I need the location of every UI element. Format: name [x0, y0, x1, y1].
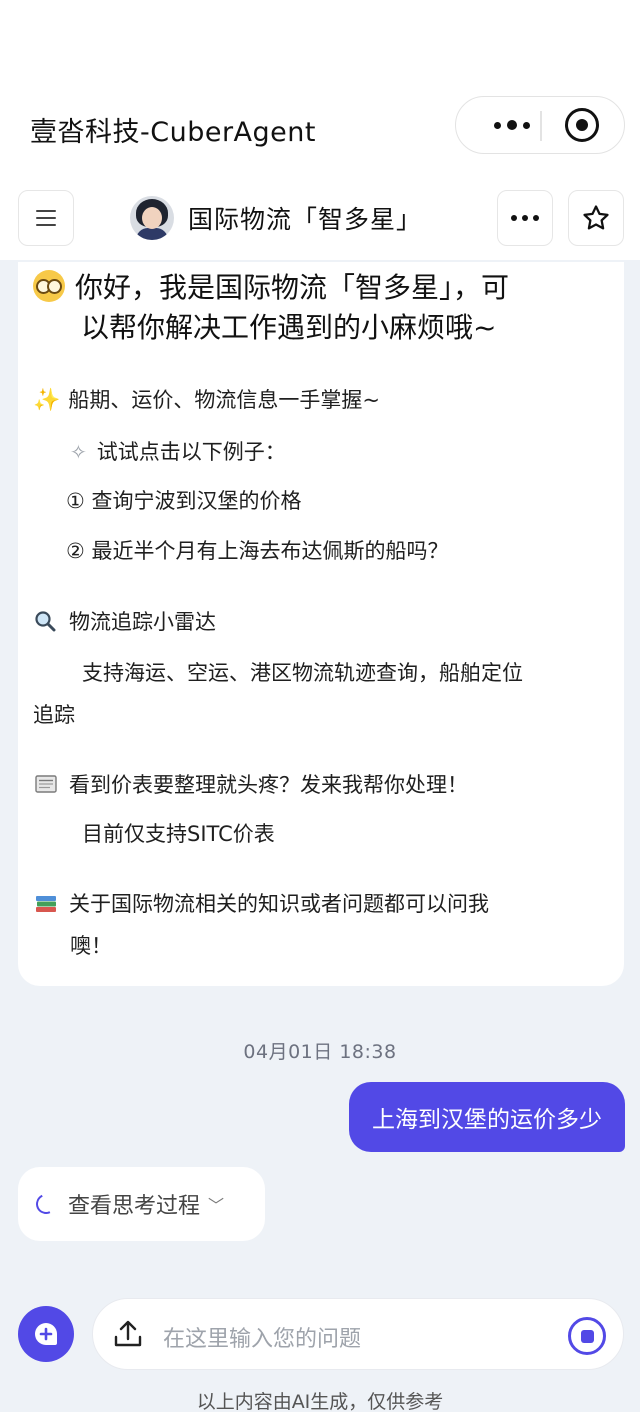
section-knowledge-line-1: 关于国际物流相关的知识或者问题都可以问我 — [69, 892, 489, 916]
greeting-line-1: 你好，我是国际物流「智多星」，可 — [75, 271, 510, 304]
message-composer[interactable]: 在这里输入您的问题 — [92, 1298, 624, 1370]
sparkle-icon: ✧ — [70, 440, 87, 464]
capsule-menu — [455, 96, 625, 154]
loading-spinner-icon — [33, 1191, 59, 1217]
examples-hint-text: 试试点击以下例子： — [96, 440, 286, 464]
section-price-table: 看到价表要整理就头疼？发来我帮你处理！ — [33, 769, 468, 799]
books-icon — [36, 896, 56, 912]
more-icon — [511, 215, 539, 221]
stop-icon[interactable] — [568, 1317, 606, 1355]
agent-name: 国际物流「智多星」 — [188, 205, 423, 234]
tracking-desc-line-1: 支持海运、空运、港区物流轨迹查询，船舶定位 — [82, 661, 523, 685]
capsule-divider — [540, 111, 542, 141]
user-message-text: 上海到汉堡的运价多少 — [372, 1107, 602, 1133]
section-knowledge: 关于国际物流相关的知识或者问题都可以问我 — [33, 888, 489, 918]
app-title: 壹沓科技-CuberAgent — [30, 117, 316, 148]
section-shipping: ✨ 船期、运价、物流信息一手掌握~ — [33, 384, 380, 414]
price-table-note: 目前仅支持SITC价表 — [82, 822, 275, 846]
more-options-button[interactable] — [497, 190, 553, 246]
sparkles-icon: ✨ — [33, 388, 61, 413]
section-knowledge-line-2: 噢！ — [70, 934, 112, 958]
section-shipping-title: 船期、运价、物流信息一手掌握~ — [68, 388, 381, 412]
examples-hint: ✧ 试试点击以下例子： — [70, 436, 286, 466]
message-input[interactable]: 在这里输入您的问题 — [163, 1321, 361, 1353]
thinking-process-toggle[interactable]: 查看思考过程 ﹀ — [18, 1167, 265, 1241]
example-query-1[interactable]: ① 查询宁波到汉堡的价格 — [66, 485, 302, 515]
nerd-face-icon — [33, 270, 65, 302]
new-chat-button[interactable] — [18, 1306, 74, 1362]
example-query-2[interactable]: ② 最近半个月有上海去布达佩斯的船吗？ — [66, 535, 449, 565]
section-tracking: 物流追踪小雷达 — [33, 606, 216, 636]
tracking-desc-line-2: 追踪 — [33, 703, 75, 727]
message-timestamp: 04月01日 18:38 — [243, 1041, 397, 1063]
magnifier-icon — [35, 611, 56, 632]
upload-icon[interactable] — [111, 1317, 145, 1351]
thinking-label: 查看思考过程 — [68, 1194, 201, 1219]
avatar — [130, 196, 174, 240]
new-chat-icon — [35, 1323, 57, 1345]
star-icon — [583, 205, 609, 230]
menu-icon — [36, 210, 56, 226]
more-icon[interactable] — [482, 110, 542, 140]
agent-header: 国际物流「智多星」 — [130, 196, 422, 240]
newspaper-icon — [35, 775, 57, 793]
section-tracking-title: 物流追踪小雷达 — [69, 610, 216, 634]
chevron-down-icon: ﹀ — [208, 1196, 225, 1215]
greeting-line-2: 以帮你解决工作遇到的小麻烦哦~ — [81, 311, 497, 344]
favorite-button[interactable] — [568, 190, 624, 246]
section-price-table-title: 看到价表要整理就头疼？发来我帮你处理！ — [69, 773, 468, 797]
record-icon[interactable] — [565, 108, 599, 142]
menu-button[interactable] — [18, 190, 74, 246]
welcome-greeting: 你好，我是国际物流「智多星」，可 以帮你解决工作遇到的小麻烦哦~ — [33, 268, 603, 348]
ai-disclaimer: 以上内容由AI生成，仅供参考 — [196, 1391, 444, 1412]
user-message-bubble: 上海到汉堡的运价多少 — [349, 1082, 625, 1152]
